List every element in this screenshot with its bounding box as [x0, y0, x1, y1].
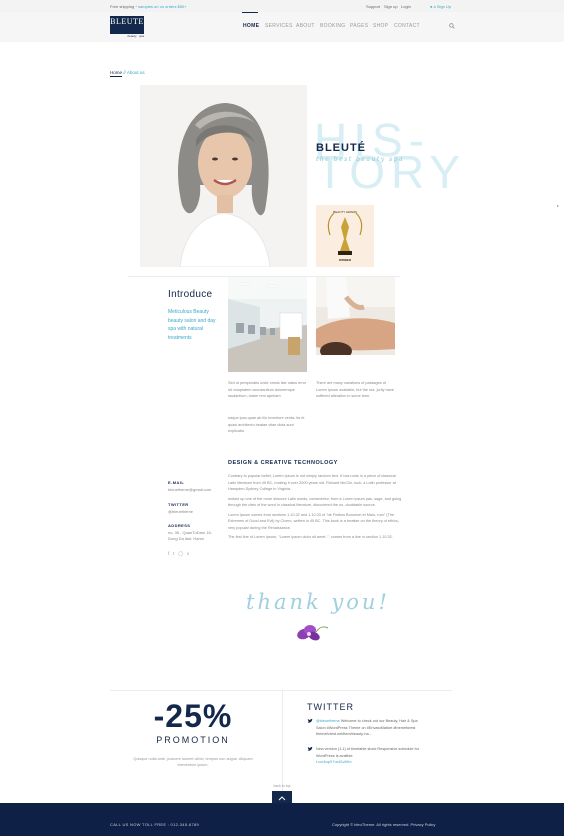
intro-text: Meticulous Beauty beauty salon and day s… — [168, 309, 216, 341]
facebook-icon[interactable]: f — [168, 551, 169, 556]
search-icon[interactable] — [449, 23, 455, 29]
promo-highlight-link[interactable]: * samples on on orders $50+ — [135, 4, 186, 9]
breadcrumb: Home // About us — [110, 70, 145, 75]
social-links: f t ◯ v — [168, 551, 189, 557]
brand-script: the best beauty spa — [316, 156, 405, 163]
twitter-icon[interactable]: t — [173, 551, 174, 556]
portrait-photo — [140, 85, 307, 267]
vimeo-icon[interactable]: v — [187, 551, 189, 556]
twitter-bird-icon — [307, 718, 313, 723]
email-label: E-MAIL — [168, 480, 185, 485]
address-label: ADDRESS — [168, 523, 191, 528]
footer-copyright: Copyright © bleuTheme. All rights reserv… — [332, 822, 436, 827]
tweet-link[interactable]: t.co/4vq0I7uxtGv8Ho — [316, 760, 351, 764]
design-title-text: DESIGN & CREATIVE TECHNOLOGY — [228, 460, 338, 466]
twitter-feed-title: TWITTER — [307, 702, 354, 712]
account-label: a Sign Up — [433, 4, 452, 9]
instagram-icon[interactable]: ◯ — [178, 551, 183, 556]
promo-discount: -25% — [153, 698, 233, 734]
tweet-text: New version (1.1) of timetable stock Res… — [316, 747, 419, 758]
nav-shop[interactable]: SHOP — [373, 23, 388, 29]
award-caption: WINNER — [338, 258, 352, 262]
site-footer — [0, 803, 564, 836]
footer-phone: CALL US NOW TOLL FREE : 012-345-6789 — [110, 822, 200, 827]
design-paragraph-2: looked up one of the more obscure Latin … — [228, 496, 402, 508]
login-link[interactable]: Login — [401, 4, 411, 9]
nav-booking[interactable]: BOOKING — [320, 23, 345, 29]
tweet-1: @bleuetheme Welcome to check out our Bea… — [316, 718, 426, 738]
address-text: no. 36 , QuanTuDam 16- Dong Da dist. Han… — [168, 530, 213, 541]
shipping-promo: Free shipping * samples on on orders $50… — [110, 4, 187, 9]
award-title: BEAUTY AWARD — [333, 210, 357, 214]
nav-home[interactable]: HOME — [243, 23, 259, 29]
promo-note: Quisque nulla ante, posuere laoreet ultr… — [133, 757, 253, 767]
twitter-bird-icon — [307, 746, 313, 751]
side-panel-toggle-icon[interactable]: ▸ — [557, 203, 559, 208]
massage-photo — [316, 277, 395, 372]
logo-tagline: beauty · spa — [127, 34, 144, 38]
promo-text: Free shipping — [110, 4, 136, 9]
site-logo[interactable]: BLEUTE beauty · spa — [110, 16, 144, 38]
intro-paragraph-1: Sed ut perspiciatis unde omnis iste natu… — [228, 381, 307, 398]
intro-title: Introduce — [168, 289, 213, 300]
nav-about[interactable]: ABOUT — [296, 23, 315, 29]
top-utility-bar: Free shipping * samples on on orders $50… — [0, 0, 564, 12]
nav-active-indicator — [242, 12, 258, 13]
orchid-flower-image — [297, 625, 329, 641]
account-link[interactable]: ● a Sign Up — [430, 4, 451, 9]
signup-link[interactable]: Sign up — [384, 4, 398, 9]
twitter-label: TWITTER — [168, 502, 189, 507]
nav-contact[interactable]: CONTACT — [394, 23, 420, 29]
tweet-2: New version (1.1) of timetable stock Res… — [316, 746, 426, 766]
support-link[interactable]: Support — [366, 4, 380, 9]
logo-word: BLEUTE — [110, 17, 144, 26]
nav-services[interactable]: SERVICES — [265, 23, 293, 29]
tweet-handle[interactable]: @bleuetheme — [316, 719, 340, 723]
breadcrumb-underline — [110, 76, 122, 77]
breadcrumb-separator: // — [123, 70, 126, 75]
design-paragraph-4: The first line of Lorem Ipsum, "Lorem ip… — [228, 535, 393, 539]
section-divider-bottom — [110, 690, 452, 691]
back-to-top-button[interactable] — [272, 791, 292, 803]
salon-interior-photo — [228, 277, 307, 372]
nav-pages[interactable]: PAGES — [350, 23, 368, 29]
design-body: Contrary to popular belief, Lorem Ipsum … — [228, 473, 404, 541]
email-link[interactable]: bleuetheme@gmail.com — [168, 487, 211, 493]
design-title: DESIGN & CREATIVE TECHNOLOGY — [228, 460, 338, 466]
thank-you-script: thank you! — [246, 590, 390, 614]
twitter-handle-link[interactable]: @bleuetheme — [168, 509, 193, 515]
breadcrumb-home[interactable]: Home — [110, 70, 122, 75]
design-paragraph-3: Lorem Ipsum comes from sections 1.10.32 … — [228, 512, 399, 530]
brand-title: BLEUTÉ — [316, 142, 366, 154]
promo-label: PROMOTION — [156, 735, 230, 745]
user-icon: ● — [430, 4, 433, 9]
back-to-top-label: back to top — [273, 784, 291, 788]
design-paragraph-1: Contrary to popular belief, Lorem Ipsum … — [228, 474, 396, 491]
intro-paragraph-3: There are many variations of passages of… — [316, 381, 394, 398]
intro-paragraph-2: eaque ipsa quae ab illo inventore verita… — [228, 416, 305, 433]
breadcrumb-current: About us — [126, 70, 145, 75]
